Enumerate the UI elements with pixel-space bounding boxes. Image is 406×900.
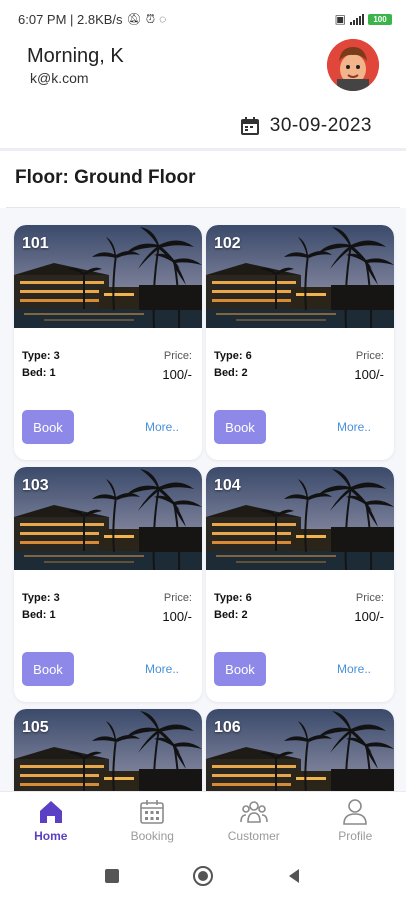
nav-label-profile: Profile — [338, 829, 373, 843]
users-icon — [239, 801, 268, 823]
alarm-icon: ⏰︎ — [145, 12, 156, 26]
bottom-nav: Home Booking Customer Profile — [0, 791, 406, 851]
status-time: 6:07 PM | 2.8KB/s — [18, 11, 123, 27]
home-icon — [39, 801, 62, 823]
more-link[interactable]: More.. — [145, 662, 179, 676]
room-number: 105 — [22, 719, 49, 736]
room-bed: Bed: 1 — [22, 609, 56, 621]
person-icon — [343, 799, 368, 825]
status-right: ▣ 100 — [335, 13, 392, 25]
back-icon[interactable] — [286, 868, 302, 884]
room-type: Type: 3 — [22, 592, 60, 604]
price-value: 100/- — [354, 609, 384, 624]
battery-icon: 100 — [368, 13, 392, 25]
room-card[interactable]: 103 Type: 3 Bed: 1 Price: 100/- Book Mor… — [14, 467, 202, 702]
room-bed: Bed: 2 — [214, 367, 248, 379]
nav-profile[interactable]: Profile — [305, 792, 406, 851]
more-link[interactable]: More.. — [337, 662, 371, 676]
book-button[interactable]: Book — [214, 410, 266, 444]
room-number: 106 — [214, 719, 241, 736]
avatar[interactable] — [327, 39, 379, 91]
room-number: 103 — [22, 477, 49, 494]
price-value: 100/- — [354, 367, 384, 382]
status-bar: 6:07 PM | 2.8KB/s 🔕︎ ⏰︎ ◌ ▣ 100 — [0, 0, 406, 38]
room-card[interactable]: 104 Type: 6 Bed: 2 Price: 100/- Book Mor… — [206, 467, 394, 702]
room-type: Type: 3 — [22, 350, 60, 362]
room-type: Type: 6 — [214, 350, 252, 362]
nav-home[interactable]: Home — [0, 792, 102, 851]
price-label: Price: — [163, 592, 192, 604]
more-link[interactable]: More.. — [145, 420, 179, 434]
room-bed: Bed: 1 — [22, 367, 56, 379]
room-number: 104 — [214, 477, 241, 494]
price-value: 100/- — [162, 367, 192, 382]
floor-header: Floor: Ground Floor — [6, 154, 400, 208]
room-card[interactable]: 101 Type: 3 Bed: 1 Price: 100/- Book Mor… — [14, 225, 202, 460]
room-bed: Bed: 2 — [214, 609, 248, 621]
room-type: Type: 6 — [214, 592, 252, 604]
header-divider — [0, 148, 406, 151]
greeting-text: Morning, K — [27, 45, 124, 67]
home-circle-icon[interactable] — [192, 865, 214, 887]
more-link[interactable]: More.. — [337, 420, 371, 434]
nfc-icon: ▣ — [334, 12, 346, 26]
price-label: Price: — [163, 350, 192, 362]
calendar-icon — [240, 117, 259, 135]
room-number: 101 — [22, 235, 49, 252]
floor-title: Floor: Ground Floor — [15, 167, 196, 188]
date-selector[interactable]: 30-09-2023 — [240, 115, 372, 137]
price-value: 100/- — [162, 609, 192, 624]
mute-icon: 🔕︎ — [126, 12, 142, 26]
whatsapp-icon: ◌ — [159, 12, 167, 26]
room-grid[interactable]: 101 Type: 3 Bed: 1 Price: 100/- Book Mor… — [0, 208, 406, 791]
book-button[interactable]: Book — [22, 410, 74, 444]
calendar-icon — [140, 800, 165, 824]
nav-label-customer: Customer — [227, 829, 280, 843]
room-card[interactable]: 106 — [206, 709, 394, 791]
room-number: 102 — [214, 235, 241, 252]
price-label: Price: — [355, 592, 384, 604]
user-email: k@k.com — [30, 70, 89, 86]
nav-label-home: Home — [34, 829, 68, 843]
signal-icon — [350, 13, 364, 25]
nav-label-booking: Booking — [130, 829, 174, 843]
recent-apps-icon[interactable] — [104, 868, 120, 884]
book-button[interactable]: Book — [22, 652, 74, 686]
room-card[interactable]: 105 — [14, 709, 202, 791]
status-left: 6:07 PM | 2.8KB/s 🔕︎ ⏰︎ ◌ — [18, 12, 166, 27]
selected-date: 30-09-2023 — [269, 115, 372, 136]
price-label: Price: — [355, 350, 384, 362]
nav-customer[interactable]: Customer — [203, 792, 305, 851]
system-nav-bar — [0, 851, 406, 900]
book-button[interactable]: Book — [214, 652, 266, 686]
room-card[interactable]: 102 Type: 6 Bed: 2 Price: 100/- Book Mor… — [206, 225, 394, 460]
nav-booking[interactable]: Booking — [102, 792, 204, 851]
